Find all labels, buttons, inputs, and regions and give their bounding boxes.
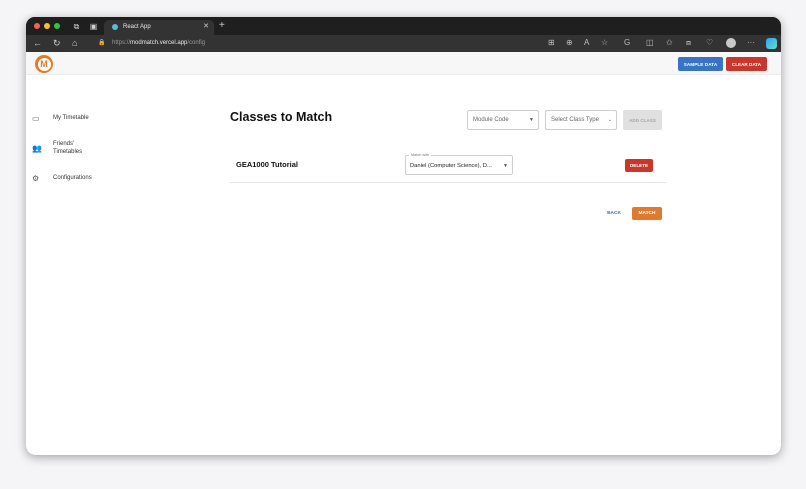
browser-window: ⧉ ▣ React App ✕ + ← ↻ ⌂ 🔒 https://modmat… bbox=[26, 17, 781, 455]
calendar-icon: ▭ bbox=[32, 114, 40, 123]
profile-avatar[interactable] bbox=[726, 38, 736, 48]
back-button[interactable]: BACK bbox=[600, 207, 628, 220]
tab-actions-icon[interactable]: ▣ bbox=[89, 22, 98, 31]
more-options-icon[interactable]: ··· bbox=[747, 38, 755, 48]
favorite-star-icon[interactable]: ☆ bbox=[601, 38, 608, 48]
browser-tab[interactable]: React App ✕ bbox=[104, 20, 214, 35]
class-name: GEA1000 Tutorial bbox=[236, 160, 298, 169]
new-tab-button[interactable]: + bbox=[219, 21, 225, 31]
module-code-select[interactable]: Module Code ▼ bbox=[467, 110, 539, 130]
app-header: M SAMPLE DATA CLEAR DATA bbox=[26, 52, 781, 75]
modmatch-logo[interactable]: M bbox=[35, 55, 53, 73]
clear-data-button[interactable]: CLEAR DATA bbox=[726, 57, 767, 71]
extension-icon[interactable]: G bbox=[624, 38, 630, 48]
chevron-down-icon: ▼ bbox=[503, 163, 508, 169]
sidebar-item-my-timetable[interactable]: ▭ My Timetable bbox=[32, 114, 89, 123]
url-field[interactable]: 🔒 https://modmatch.vercel.app/config bbox=[92, 37, 532, 50]
maximize-window-button[interactable] bbox=[54, 23, 60, 29]
collections-icon[interactable]: ⧈ bbox=[686, 38, 691, 48]
class-row: GEA1000 Tutorial Match with Daniel (Comp… bbox=[230, 147, 666, 183]
browser-essentials-icon[interactable]: ♡ bbox=[706, 38, 713, 48]
web-page: M SAMPLE DATA CLEAR DATA ▭ My Timetable … bbox=[26, 52, 781, 455]
chevron-down-icon: ⌄ bbox=[607, 117, 612, 123]
match-with-label: Match with bbox=[409, 152, 432, 158]
split-screen-icon[interactable]: ◫ bbox=[646, 38, 654, 48]
people-icon: 👥 bbox=[32, 144, 42, 153]
lock-icon: 🔒 bbox=[98, 40, 106, 46]
sidebar-item-configurations[interactable]: ⚙ Configurations bbox=[32, 174, 92, 183]
chevron-down-icon: ▼ bbox=[529, 117, 534, 123]
class-type-select[interactable]: Select Class Type ⌄ bbox=[545, 110, 617, 130]
delete-class-button[interactable]: DELETE bbox=[625, 159, 653, 172]
match-with-select[interactable]: Match with Daniel (Computer Science), D.… bbox=[405, 152, 513, 175]
logo-letter: M bbox=[37, 57, 51, 71]
sidebar-item-label: Configurations bbox=[53, 175, 92, 181]
refresh-icon[interactable]: ↻ bbox=[53, 38, 61, 48]
close-window-button[interactable] bbox=[34, 23, 40, 29]
minimize-window-button[interactable] bbox=[44, 23, 50, 29]
react-favicon-icon bbox=[112, 24, 118, 30]
module-code-placeholder: Module Code bbox=[473, 117, 509, 123]
match-with-value: Daniel (Computer Science), D... bbox=[410, 163, 492, 169]
tab-title: React App bbox=[123, 24, 151, 30]
sample-data-button[interactable]: SAMPLE DATA bbox=[678, 57, 723, 71]
class-type-placeholder: Select Class Type bbox=[551, 117, 599, 123]
home-icon[interactable]: ⌂ bbox=[72, 38, 77, 48]
page-title: Classes to Match bbox=[230, 110, 333, 124]
favorites-icon[interactable]: ✩ bbox=[666, 38, 673, 48]
url-text: https://modmatch.vercel.app/config bbox=[112, 40, 206, 46]
back-arrow-icon[interactable]: ← bbox=[33, 38, 42, 48]
tab-close-icon[interactable]: ✕ bbox=[203, 22, 209, 32]
copilot-icon[interactable] bbox=[766, 38, 777, 49]
zoom-icon[interactable]: ⊕ bbox=[566, 38, 573, 48]
read-aloud-icon[interactable]: A bbox=[584, 38, 589, 48]
tab-bar: ⧉ ▣ React App ✕ + bbox=[26, 17, 781, 35]
sidebar-item-label: My Timetable bbox=[53, 115, 89, 121]
gear-icon: ⚙ bbox=[32, 174, 40, 183]
app-available-icon[interactable]: ⊞ bbox=[548, 38, 555, 48]
add-class-button[interactable]: ADD CLASS bbox=[623, 110, 662, 130]
address-bar-row: ← ↻ ⌂ 🔒 https://modmatch.vercel.app/conf… bbox=[26, 35, 781, 52]
sidebar-item-label: Friends' Timetables bbox=[53, 141, 83, 155]
match-button[interactable]: MATCH bbox=[632, 207, 662, 220]
sidebar-item-friends-timetables[interactable]: 👥 Friends' Timetables bbox=[32, 140, 93, 156]
workspaces-icon[interactable]: ⧉ bbox=[72, 22, 81, 31]
